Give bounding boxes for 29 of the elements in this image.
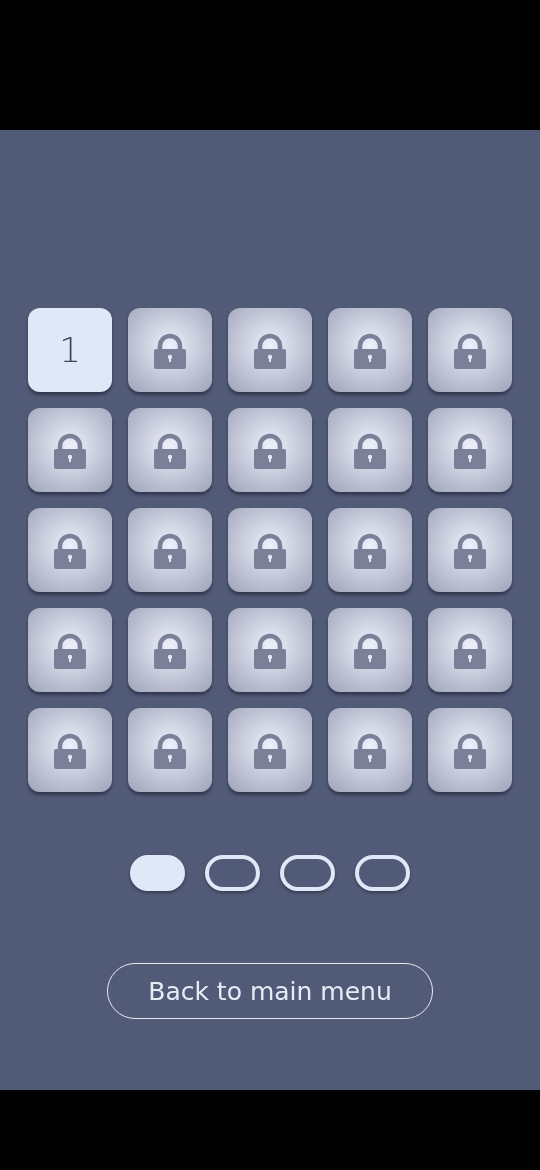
locked-level-button[interactable] xyxy=(128,708,212,792)
locked-level-button[interactable] xyxy=(228,608,312,692)
locked-level-button[interactable] xyxy=(428,308,512,392)
page-indicator[interactable] xyxy=(355,855,410,891)
locked-level-button[interactable] xyxy=(28,508,112,592)
locked-level-button[interactable] xyxy=(228,708,312,792)
locked-level-button[interactable] xyxy=(28,408,112,492)
locked-level-button[interactable] xyxy=(328,508,412,592)
locked-level-button[interactable] xyxy=(328,308,412,392)
page-indicator[interactable] xyxy=(280,855,335,891)
locked-level-button[interactable] xyxy=(328,608,412,692)
locked-level-button[interactable] xyxy=(128,508,212,592)
locked-level-button[interactable] xyxy=(228,408,312,492)
page-indicator[interactable] xyxy=(130,855,185,891)
locked-level-button[interactable] xyxy=(428,508,512,592)
locked-level-button[interactable] xyxy=(128,408,212,492)
locked-level-button[interactable] xyxy=(228,308,312,392)
level-button[interactable]: 1 xyxy=(28,308,112,392)
locked-level-button[interactable] xyxy=(328,408,412,492)
locked-level-button[interactable] xyxy=(428,708,512,792)
locked-level-button[interactable] xyxy=(428,408,512,492)
locked-level-button[interactable] xyxy=(28,608,112,692)
locked-level-button[interactable] xyxy=(28,708,112,792)
page-indicator[interactable] xyxy=(205,855,260,891)
locked-level-button[interactable] xyxy=(128,308,212,392)
locked-level-button[interactable] xyxy=(428,608,512,692)
locked-level-button[interactable] xyxy=(228,508,312,592)
locked-level-button[interactable] xyxy=(128,608,212,692)
locked-level-button[interactable] xyxy=(328,708,412,792)
